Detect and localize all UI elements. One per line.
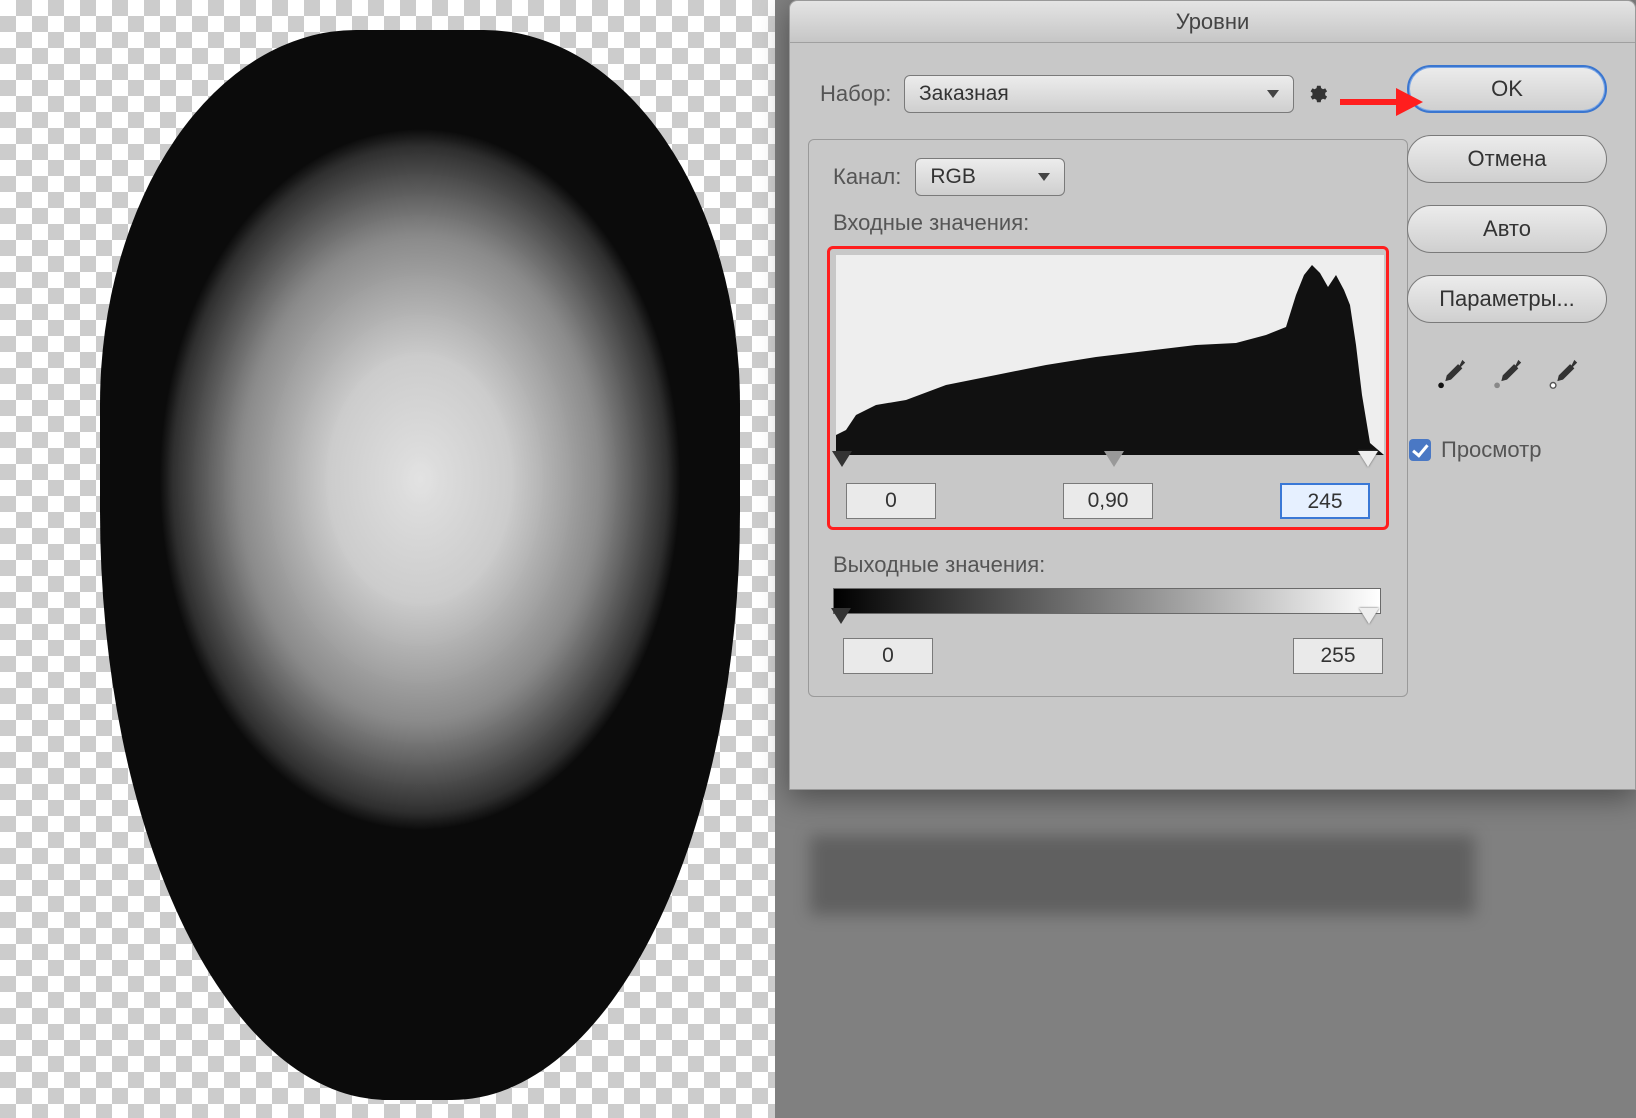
input-white-slider[interactable] [1358,451,1378,467]
dialog-title: Уровни [790,1,1635,43]
output-white-field[interactable]: 255 [1293,638,1383,674]
output-white-slider[interactable] [1359,608,1379,624]
histogram [836,255,1384,455]
levels-dialog: Уровни Набор: Заказная Канал: RGB Входны… [789,0,1636,790]
chevron-down-icon [1267,90,1279,98]
input-levels-label: Входные значения: [833,210,1389,236]
output-levels-label: Выходные значения: [833,552,1389,578]
output-gradient [833,588,1381,614]
input-gamma-field[interactable]: 0,90 [1063,483,1153,519]
dialog-shadow [810,835,1475,915]
auto-button[interactable]: Авто [1407,205,1607,253]
input-black-slider[interactable] [832,451,852,467]
options-button[interactable]: Параметры... [1407,275,1607,323]
cancel-button[interactable]: Отмена [1407,135,1607,183]
input-slider-track[interactable] [836,457,1380,477]
black-point-eyedropper-icon[interactable] [1434,357,1468,391]
ok-button[interactable]: OK [1407,65,1607,113]
preset-label: Набор: [820,81,904,107]
preset-select[interactable]: Заказная [904,75,1294,113]
output-slider-track[interactable] [833,614,1381,634]
white-point-eyedropper-icon[interactable] [1546,357,1580,391]
gray-point-eyedropper-icon[interactable] [1490,357,1524,391]
input-white-field[interactable]: 245 [1280,483,1370,519]
canvas-checkerboard [0,0,775,1118]
preview-checkbox[interactable] [1409,439,1431,461]
preset-value: Заказная [919,82,1009,106]
gear-icon[interactable] [1306,83,1328,105]
output-black-field[interactable]: 0 [843,638,933,674]
preview-label: Просмотр [1441,437,1541,463]
image-layer-portrait [100,30,740,1100]
chevron-down-icon [1038,173,1050,181]
channel-select[interactable]: RGB [915,158,1065,196]
input-levels-highlighted: 0 0,90 245 [827,246,1389,530]
input-black-field[interactable]: 0 [846,483,936,519]
output-black-slider[interactable] [831,608,851,624]
input-gamma-slider[interactable] [1104,451,1124,467]
channel-label: Канал: [833,164,901,190]
channel-value: RGB [930,165,976,189]
